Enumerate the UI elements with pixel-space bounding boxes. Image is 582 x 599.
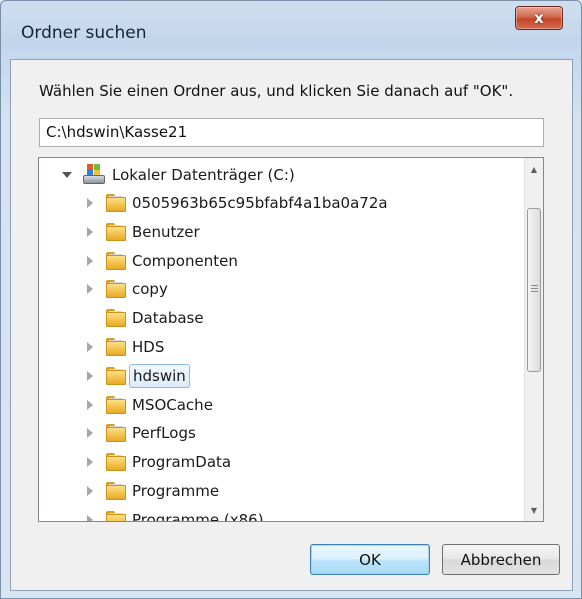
expand-arrow-icon[interactable] xyxy=(87,428,93,438)
expand-arrow-icon[interactable] xyxy=(87,198,93,208)
folder-icon xyxy=(106,194,126,212)
folder-icon xyxy=(106,482,126,500)
expand-arrow-icon[interactable] xyxy=(87,256,93,266)
tree-item-label: Componenten xyxy=(132,252,238,270)
tree-root-label: Lokaler Datenträger (C:) xyxy=(112,166,295,184)
tree-item-label: Database xyxy=(132,309,204,327)
tree-item-label: copy xyxy=(132,280,168,298)
scroll-down-arrow-icon[interactable]: ▼ xyxy=(525,501,543,519)
tree-item[interactable]: Componenten xyxy=(39,247,519,275)
tree-item[interactable]: PerfLogs xyxy=(39,419,519,447)
folder-icon xyxy=(106,396,126,414)
tree-item-label: Programme (x86) xyxy=(132,511,264,522)
tree-item-label: 0505963b65c95bfabf4a1ba0a72a xyxy=(132,194,388,212)
folder-icon xyxy=(106,309,126,327)
scroll-thumb[interactable] xyxy=(527,208,541,372)
expand-arrow-icon[interactable] xyxy=(87,457,93,467)
folder-icon xyxy=(106,367,126,385)
collapse-arrow-icon[interactable] xyxy=(62,172,72,178)
tree-item-label: ProgramData xyxy=(132,453,232,471)
tree-item-label: hdswin xyxy=(129,364,190,388)
window-title: Ordner suchen xyxy=(21,23,147,43)
vertical-scrollbar[interactable]: ▲ ▼ xyxy=(524,158,543,521)
expand-arrow-icon[interactable] xyxy=(87,515,93,521)
expand-arrow-icon[interactable] xyxy=(87,284,93,294)
dialog-window: Ordner suchen x Wählen Sie einen Ordner … xyxy=(0,0,582,599)
cancel-button[interactable]: Abbrechen xyxy=(442,544,560,575)
tree-item-label: Programme xyxy=(132,482,220,500)
dialog-client-area: Wählen Sie einen Ordner aus, und klicken… xyxy=(10,59,573,591)
folder-icon xyxy=(106,223,126,241)
close-button[interactable]: x xyxy=(515,6,563,30)
instruction-text: Wählen Sie einen Ordner aus, und klicken… xyxy=(39,82,514,100)
expand-arrow-icon[interactable] xyxy=(87,371,93,381)
tree-item[interactable]: HDS xyxy=(39,333,519,361)
tree-item[interactable]: Programme xyxy=(39,477,519,505)
ok-button[interactable]: OK xyxy=(310,544,430,575)
scroll-up-arrow-icon[interactable]: ▲ xyxy=(525,160,543,178)
folder-path-field[interactable]: C:\hdswin\Kasse21 xyxy=(39,118,544,147)
tree-item[interactable]: MSOCache xyxy=(39,391,519,419)
folder-tree[interactable]: Lokaler Datenträger (C:) 0505963b65c95bf… xyxy=(38,157,544,522)
tree-item[interactable]: hdswin xyxy=(39,362,519,390)
folder-icon xyxy=(106,511,126,521)
expand-arrow-icon[interactable] xyxy=(87,342,93,352)
folder-icon xyxy=(106,252,126,270)
tree-root-drive[interactable]: Lokaler Datenträger (C:) xyxy=(39,161,519,189)
expand-arrow-icon[interactable] xyxy=(87,227,93,237)
drive-icon xyxy=(83,164,105,186)
tree-item[interactable]: ProgramData xyxy=(39,448,519,476)
folder-icon xyxy=(106,424,126,442)
tree-item[interactable]: Benutzer xyxy=(39,218,519,246)
tree-item-label: PerfLogs xyxy=(132,424,196,442)
close-icon: x xyxy=(534,8,544,27)
tree-item-label: HDS xyxy=(132,338,165,356)
folder-icon xyxy=(106,453,126,471)
tree-item-label: Benutzer xyxy=(132,223,200,241)
folder-icon xyxy=(106,338,126,356)
folder-icon xyxy=(106,280,126,298)
tree-item-label: MSOCache xyxy=(132,396,213,414)
expand-arrow-icon[interactable] xyxy=(87,400,93,410)
tree-item[interactable]: Programme (x86) xyxy=(39,506,519,522)
tree-item[interactable]: 0505963b65c95bfabf4a1ba0a72a xyxy=(39,189,519,217)
tree-item[interactable]: copy xyxy=(39,275,519,303)
tree-item[interactable]: Database xyxy=(39,304,519,332)
expand-arrow-icon[interactable] xyxy=(87,486,93,496)
